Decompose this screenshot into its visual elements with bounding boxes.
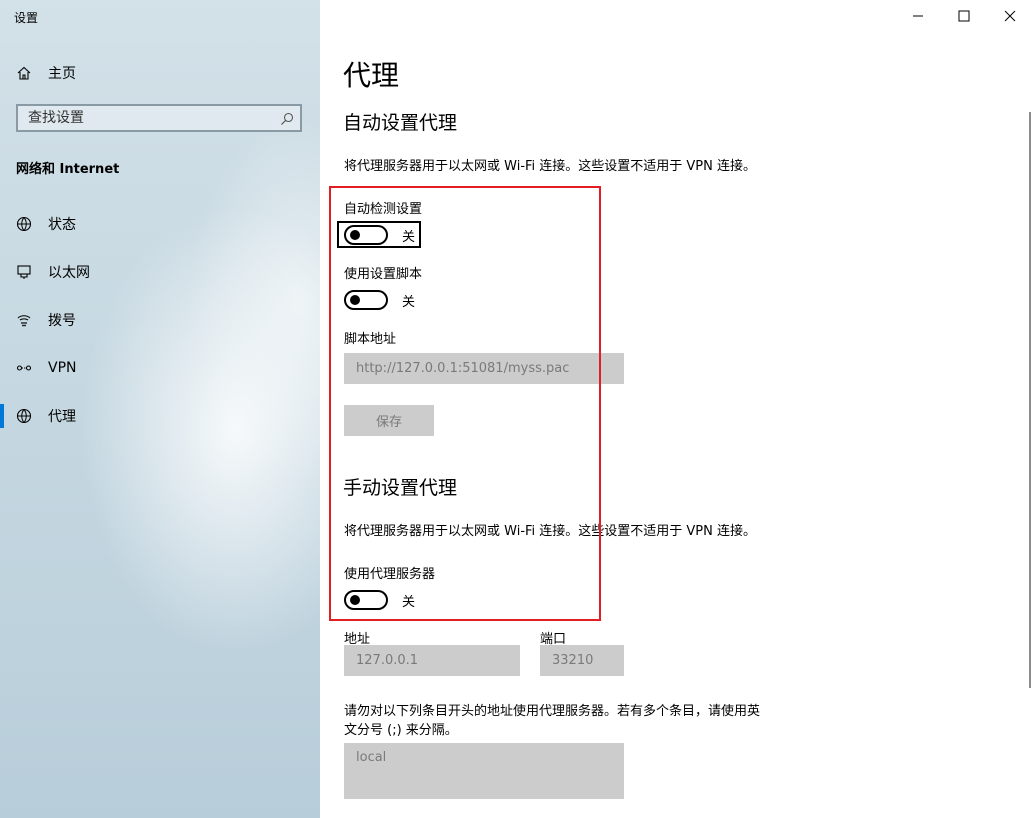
script-address-label: 脚本地址: [344, 332, 397, 347]
address-input[interactable]: [344, 645, 520, 676]
sidebar-item-status[interactable]: 状态: [0, 204, 320, 244]
toggle-switch[interactable]: [344, 225, 388, 245]
exceptions-description-line2: 文分号 (;) 来分隔。: [344, 723, 458, 738]
sidebar-item-label: 以太网: [48, 265, 90, 281]
sidebar-item-label: 主页: [48, 66, 76, 82]
vpn-icon: [16, 360, 32, 376]
sidebar-item-dialup[interactable]: 拨号: [0, 300, 320, 340]
dialup-icon: [16, 312, 32, 328]
sidebar-item-label: 代理: [48, 409, 76, 425]
search-icon[interactable]: [280, 111, 294, 125]
manual-proxy-description: 将代理服务器用于以太网或 Wi-Fi 连接。这些设置不适用于 VPN 连接。: [344, 524, 757, 539]
globe-status-icon: [16, 216, 32, 232]
highlight-annotation-box: [329, 186, 601, 621]
auto-detect-label: 自动检测设置: [344, 202, 423, 217]
ethernet-icon: [16, 264, 32, 280]
toggle-knob: [350, 295, 360, 305]
search-box[interactable]: [16, 104, 302, 132]
manual-proxy-heading: 手动设置代理: [343, 477, 458, 499]
exceptions-textarea[interactable]: local: [344, 743, 624, 799]
use-script-toggle[interactable]: 关: [344, 290, 415, 310]
toggle-state-label: 关: [402, 594, 416, 610]
page-title: 代理: [343, 59, 400, 92]
minimize-button[interactable]: [895, 0, 941, 32]
port-input[interactable]: [540, 645, 624, 676]
toggle-switch[interactable]: [344, 290, 388, 310]
sidebar-item-label: 拨号: [48, 313, 76, 329]
toggle-knob: [350, 595, 360, 605]
sidebar-item-proxy[interactable]: 代理: [0, 396, 320, 436]
section-title: 网络和 Internet: [16, 162, 120, 177]
maximize-button[interactable]: [941, 0, 987, 32]
sidebar: 设置 主页 网络和 Internet 状态 以太网 拨号 VP: [0, 0, 320, 818]
sidebar-item-label: 状态: [48, 217, 76, 233]
use-proxy-label: 使用代理服务器: [344, 567, 436, 582]
home-icon: [16, 65, 32, 81]
auto-detect-toggle[interactable]: 关: [344, 225, 415, 245]
close-button[interactable]: [987, 0, 1033, 32]
toggle-switch[interactable]: [344, 590, 388, 610]
sidebar-item-ethernet[interactable]: 以太网: [0, 252, 320, 292]
save-button[interactable]: 保存: [344, 405, 434, 436]
search-input[interactable]: [18, 106, 278, 130]
toggle-state-label: 关: [402, 294, 416, 310]
toggle-knob: [350, 230, 360, 240]
toggle-state-label: 关: [402, 229, 416, 245]
script-address-input[interactable]: [344, 353, 624, 384]
sidebar-item-home[interactable]: 主页: [0, 53, 320, 93]
sidebar-item-vpn[interactable]: VPN: [0, 348, 320, 388]
auto-proxy-heading: 自动设置代理: [343, 112, 458, 134]
globe-icon: [16, 408, 32, 424]
app-title: 设置: [14, 11, 39, 25]
exceptions-description-line1: 请勿对以下列条目开头的地址使用代理服务器。若有多个条目，请使用英: [344, 704, 761, 719]
use-proxy-toggle[interactable]: 关: [344, 590, 415, 610]
auto-proxy-description: 将代理服务器用于以太网或 Wi-Fi 连接。这些设置不适用于 VPN 连接。: [344, 159, 757, 174]
scrollbar[interactable]: [1029, 112, 1031, 688]
sidebar-item-label: VPN: [48, 360, 77, 376]
use-script-label: 使用设置脚本: [344, 267, 423, 282]
